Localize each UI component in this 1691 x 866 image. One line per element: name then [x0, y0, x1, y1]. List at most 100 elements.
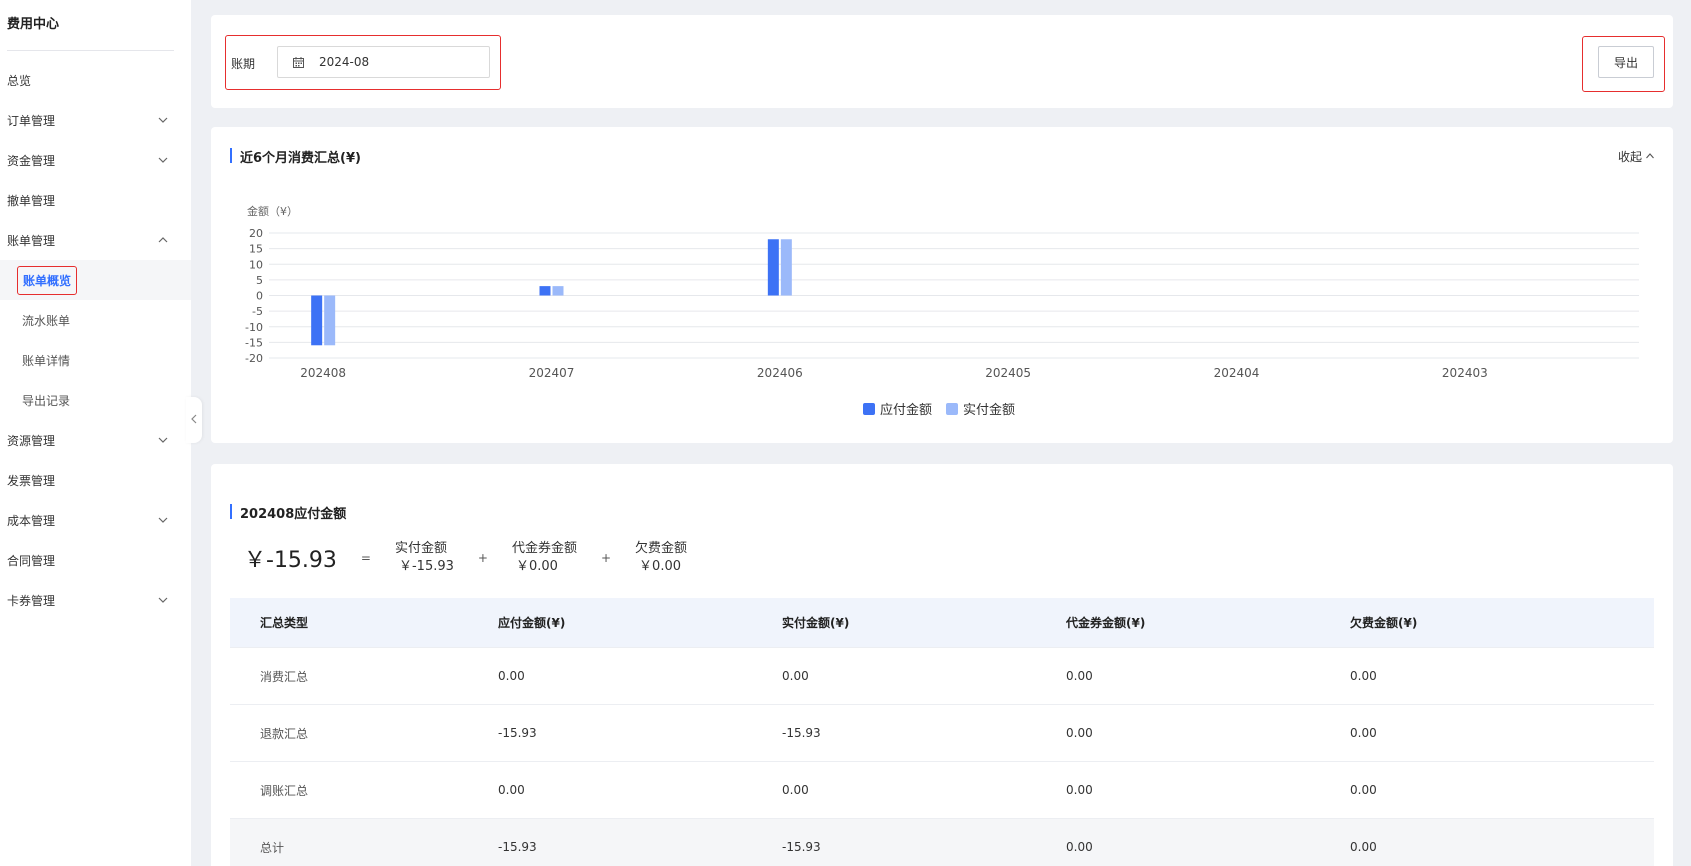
plus-sign: + — [600, 551, 612, 565]
y-tick-label: 20 — [249, 227, 263, 240]
table-cell: 退款汇总 — [260, 726, 309, 741]
sidebar-item-resources[interactable]: 资源管理 — [0, 420, 191, 460]
y-tick-label: -15 — [245, 336, 263, 349]
sidebar-item-label: 撤单管理 — [7, 193, 56, 208]
plus-sign: + — [477, 551, 488, 565]
column-header: 欠费金额(¥) — [1350, 616, 1418, 630]
table-cell: 0.00 — [782, 783, 809, 797]
bill-detail-card: 202408应付金额 ￥-15.93 = 实付金额 ￥-15.93 + 代金券金… — [211, 464, 1673, 866]
table-row: 退款汇总 -15.93 -15.93 0.00 0.00 — [230, 705, 1654, 762]
payable-total: ￥-15.93 — [244, 548, 337, 573]
y-tick-label: 10 — [249, 258, 263, 271]
detail-section-title: 202408应付金额 — [230, 503, 346, 522]
table-cell: 0.00 — [498, 669, 525, 683]
legend-label: 应付金额 — [880, 403, 933, 418]
part-value: ￥0.00 — [639, 559, 681, 574]
sidebar-item-label: 流水账单 — [22, 313, 71, 328]
sidebar-item-bills[interactable]: 账单管理 — [0, 220, 191, 260]
bar-payable — [539, 286, 551, 296]
sidebar-item-label: 发票管理 — [7, 473, 56, 488]
table-cell: 0.00 — [1066, 840, 1093, 854]
table-cell: 0.00 — [782, 669, 809, 683]
y-tick-label: -10 — [245, 321, 263, 334]
filter-bar: 账期 2024-08 导出 — [211, 15, 1673, 108]
sidebar-item-label: 账单管理 — [7, 233, 56, 248]
table-cell: -15.93 — [498, 840, 537, 854]
part-label: 代金券金额 — [511, 541, 577, 556]
arrears-amount-part: 欠费金额 ￥0.00 — [635, 540, 687, 576]
summary-chart-card: 近6个月消费汇总(¥) 收起 金额（¥） 20 15 10 5 0 -5 -10 -15 -20 2… — [211, 127, 1673, 443]
x-tick-label: 202408 — [300, 366, 346, 380]
voucher-amount-part: 代金券金额 ￥0.00 — [512, 540, 577, 576]
sidebar-item-bill-details[interactable]: 账单详情 — [0, 340, 191, 380]
sidebar-item-label: 卡券管理 — [7, 593, 56, 608]
sidebar-collapse-button[interactable] — [186, 397, 202, 443]
column-header: 代金券金额(¥) — [1066, 616, 1146, 630]
table-cell: -15.93 — [782, 726, 821, 740]
y-axis-label: 金额（¥） — [247, 204, 298, 218]
chevron-up-icon — [157, 234, 169, 246]
sidebar-item-contracts[interactable]: 合同管理 — [0, 540, 191, 580]
paid-amount-part: 实付金额 ￥-15.93 — [395, 540, 454, 576]
period-date-picker[interactable]: 2024-08 — [277, 46, 490, 78]
legend-label: 实付金额 — [963, 403, 1016, 418]
sidebar-item-invoices[interactable]: 发票管理 — [0, 460, 191, 500]
bar-payable — [311, 295, 323, 346]
sidebar-item-label: 导出记录 — [22, 393, 71, 408]
x-tick-label: 202406 — [757, 366, 803, 380]
table-cell: -15.93 — [498, 726, 537, 740]
column-header: 应付金额(¥) — [498, 616, 566, 630]
table-cell: 0.00 — [1066, 783, 1093, 797]
legend-item-payable[interactable]: 应付金额 — [863, 399, 932, 418]
amount-formula: ￥-15.93 = 实付金额 ￥-15.93 + 代金券金额 ￥0.00 + 欠… — [244, 540, 687, 576]
legend-swatch — [863, 402, 875, 415]
sidebar-item-label: 账单详情 — [22, 353, 71, 368]
bar-paid — [780, 239, 792, 296]
sidebar-item-export-records[interactable]: 导出记录 — [0, 380, 191, 420]
chevron-down-icon — [157, 594, 169, 606]
sidebar-item-label: 资金管理 — [7, 153, 56, 168]
table-cell: 总计 — [260, 840, 285, 855]
table-cell: 0.00 — [1350, 840, 1377, 854]
table-cell: 消费汇总 — [260, 669, 309, 684]
sidebar-item-bill-overview[interactable]: 账单概览 — [0, 260, 191, 300]
y-tick-label: 0 — [256, 290, 263, 303]
sidebar-item-overview[interactable]: 总览 — [0, 60, 191, 100]
sidebar-item-label: 合同管理 — [7, 553, 56, 568]
sidebar-item-label: 订单管理 — [7, 113, 56, 128]
sidebar-item-orders[interactable]: 订单管理 — [0, 100, 191, 140]
sidebar-item-funds[interactable]: 资金管理 — [0, 140, 191, 180]
table-cell: 0.00 — [498, 783, 525, 797]
x-tick-label: 202404 — [1214, 366, 1260, 380]
sidebar-item-coupons[interactable]: 卡券管理 — [0, 580, 191, 620]
column-header: 汇总类型 — [260, 616, 309, 630]
table-cell: 0.00 — [1066, 669, 1093, 683]
export-button[interactable]: 导出 — [1598, 46, 1654, 78]
sidebar-item-cancel-orders[interactable]: 撤单管理 — [0, 180, 191, 220]
chevron-left-icon — [190, 413, 198, 428]
table-cell: 0.00 — [1350, 726, 1377, 740]
part-value: ￥0.00 — [515, 559, 558, 574]
sidebar-title: 费用中心 — [7, 17, 60, 32]
x-tick-label: 202403 — [1442, 366, 1488, 380]
sidebar: 费用中心 总览 订单管理 资金管理 撤单管理 账单管理 账单概览 流水账单 账单… — [0, 0, 191, 866]
y-tick-label: 5 — [256, 274, 263, 287]
part-value: ￥-15.93 — [398, 559, 454, 574]
period-label: 账期 — [231, 57, 256, 71]
summary-table: 汇总类型 应付金额(¥) 实付金额(¥) 代金券金额(¥) 欠费金额(¥) 消费… — [230, 598, 1654, 866]
chart-legend: 应付金额 实付金额 — [863, 399, 1015, 418]
x-tick-label: 202407 — [529, 366, 575, 380]
sidebar-item-costs[interactable]: 成本管理 — [0, 500, 191, 540]
table-row: 消费汇总 0.00 0.00 0.00 0.00 — [230, 648, 1654, 705]
table-total-row: 总计 -15.93 -15.93 0.00 0.00 — [230, 819, 1654, 866]
sidebar-item-flow-bills[interactable]: 流水账单 — [0, 300, 191, 340]
y-tick-label: -20 — [245, 352, 263, 365]
table-cell: 0.00 — [1350, 669, 1377, 683]
chevron-down-icon — [157, 114, 169, 126]
bar-paid — [324, 295, 336, 346]
bar-payable — [767, 239, 779, 296]
calendar-icon — [292, 56, 305, 69]
legend-item-paid[interactable]: 实付金额 — [946, 399, 1015, 418]
chevron-down-icon — [157, 434, 169, 446]
x-tick-label: 202405 — [985, 366, 1031, 380]
